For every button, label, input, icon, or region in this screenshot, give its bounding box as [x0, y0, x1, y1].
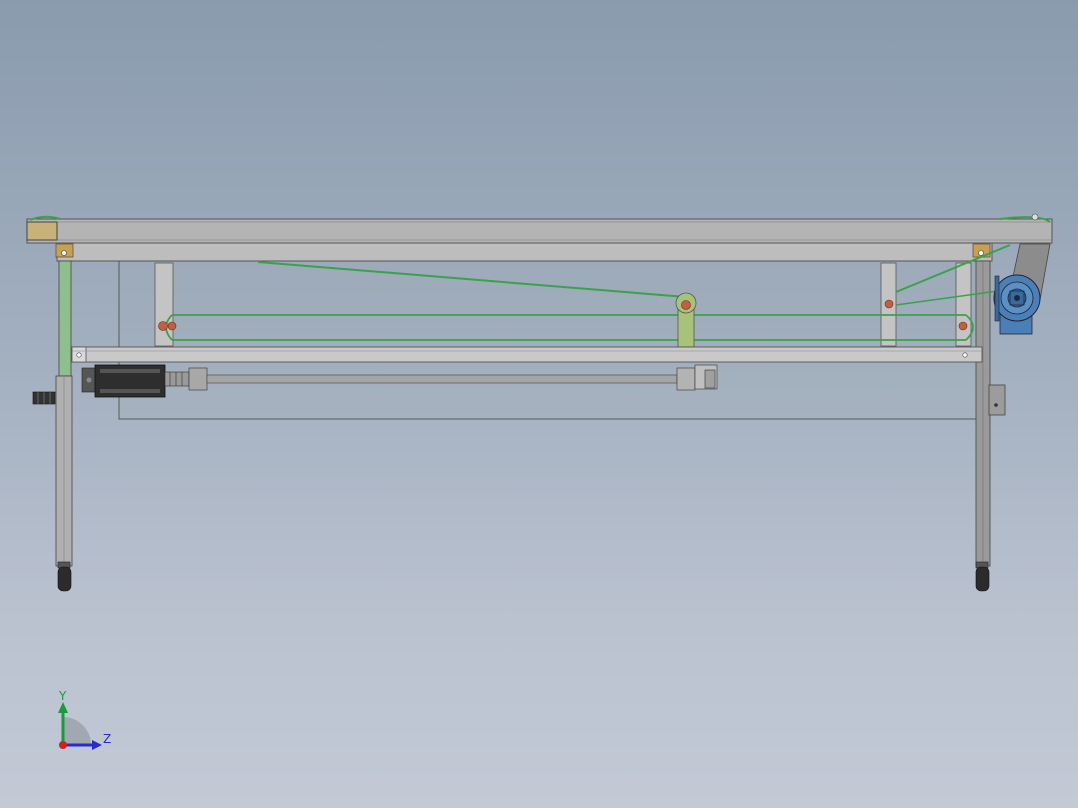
pin-left-2 — [167, 321, 177, 331]
coordinate-triad — [58, 702, 102, 750]
triad-quadrant — [63, 717, 91, 745]
left-vertical-post — [154, 262, 174, 347]
top-frame-lower-rail — [56, 242, 993, 262]
right-vertical-post — [955, 262, 972, 347]
actuator-rod-end — [676, 367, 696, 391]
actuator-rod — [206, 374, 678, 384]
pin-right — [958, 321, 968, 331]
pin-left-1 — [158, 321, 168, 331]
right-caster-wheel — [975, 566, 990, 592]
pin-arm — [681, 300, 691, 310]
pin-post-right — [884, 299, 894, 309]
triad-y-label: Y — [58, 689, 67, 703]
top-frame-rail — [26, 218, 1053, 244]
left-leg-upper — [58, 260, 72, 377]
bottom-frame-rail — [71, 346, 983, 363]
left-caster-wheel — [57, 566, 72, 592]
triad-origin — [59, 741, 67, 749]
right-control-box — [988, 384, 1006, 416]
actuator-coupling — [164, 371, 190, 387]
assembly-drawing: Y Z — [26, 213, 1053, 750]
cad-viewport[interactable]: Y Z — [0, 0, 1078, 808]
left-end-block — [26, 221, 58, 241]
triad-z-label: Z — [103, 732, 111, 746]
